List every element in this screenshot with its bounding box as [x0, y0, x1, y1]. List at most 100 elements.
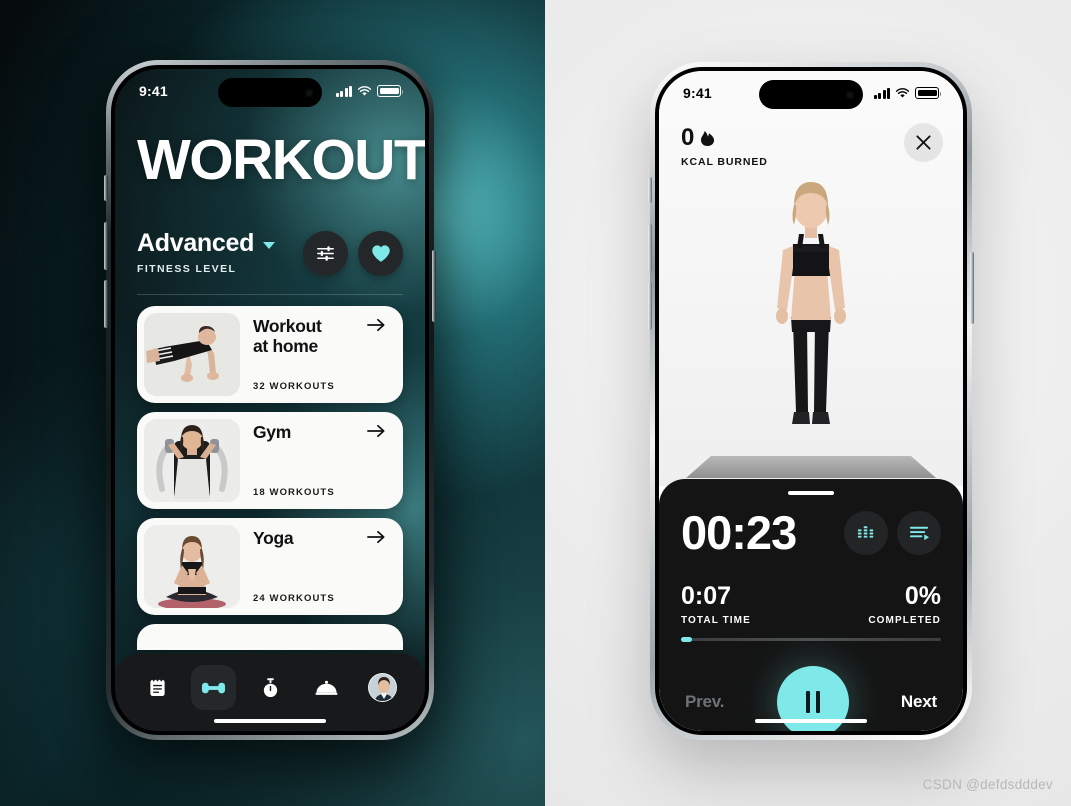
progress-fill [681, 637, 692, 642]
flame-icon [701, 130, 715, 146]
battery-icon [377, 85, 404, 97]
phone-bezel: 9:41 0 KCAL BURNED 00:23 0:07 TOTAL TIME… [655, 67, 967, 735]
stat-completed: 0% COMPLETED [868, 582, 941, 627]
filter-button[interactable] [303, 231, 348, 277]
volume-down-button[interactable] [648, 282, 652, 330]
fitness-level-value: Advanced [137, 229, 255, 258]
prev-button[interactable]: Prev. [685, 692, 725, 712]
dynamic-island [218, 78, 322, 107]
battery-icon [915, 87, 942, 99]
dynamic-island [759, 80, 863, 109]
yoga-pose-photo [144, 525, 240, 609]
list-item[interactable]: Yoga 24 WORKOUTS [137, 518, 403, 616]
pause-icon [805, 691, 820, 713]
heart-icon [371, 245, 390, 262]
wifi-icon [357, 85, 372, 96]
stat-value: 0:07 [681, 582, 732, 610]
silent-switch[interactable] [648, 177, 652, 203]
card-body: Yoga 24 WORKOUTS [240, 525, 396, 608]
home-indicator [214, 718, 326, 723]
fitness-level-row: Advanced FITNESS LEVEL [137, 229, 403, 277]
kcal-value: 0 [681, 124, 695, 151]
arrow-right-icon[interactable] [367, 529, 386, 550]
gym-figure [144, 419, 240, 503]
phone-bezel: 9:41 WORKOUT Advanced FITNESS LEVEL Work… [111, 65, 429, 735]
arrow-right-icon[interactable] [367, 423, 386, 444]
sliders-icon [317, 246, 334, 261]
status-time: 9:41 [683, 85, 712, 101]
silent-switch[interactable] [104, 175, 108, 201]
fitness-level-selector[interactable]: Advanced FITNESS LEVEL [137, 229, 276, 275]
tab-workout[interactable] [191, 665, 237, 710]
header-divider [137, 294, 403, 296]
watermark: CSDN @defdsdddev [922, 777, 1053, 792]
cellular-bars-icon [873, 87, 890, 99]
card-meta: 32 WORKOUTS [253, 381, 335, 393]
volume-up-button[interactable] [648, 224, 652, 272]
phone-mockup-player: 9:41 0 KCAL BURNED 00:23 0:07 TOTAL TIME… [648, 62, 974, 740]
phone-mockup-home: 9:41 WORKOUT Advanced FITNESS LEVEL Work… [104, 60, 436, 740]
intensity-button[interactable] [844, 510, 888, 555]
timer-action-buttons [844, 510, 941, 555]
standing-athlete-photo [776, 182, 846, 424]
list-item[interactable]: Workout at home 32 WORKOUTS [137, 306, 403, 404]
card-title: Yoga [253, 528, 294, 549]
avatar-icon [369, 674, 396, 701]
status-time: 9:41 [139, 83, 168, 99]
stat-label: COMPLETED [868, 615, 941, 626]
cellular-bars-icon [335, 85, 352, 97]
stat-value: 0% [904, 582, 941, 610]
home-screen: 9:41 WORKOUT Advanced FITNESS LEVEL Work… [115, 69, 425, 731]
notepad-icon [150, 677, 165, 697]
dumbbell-icon [202, 682, 226, 693]
close-icon [916, 135, 931, 150]
avatar [368, 673, 397, 702]
queue-list-icon [909, 526, 929, 540]
pushup-figure [144, 313, 240, 397]
tab-timer[interactable] [248, 665, 293, 710]
arrow-right-icon[interactable] [367, 317, 386, 338]
tab-plan[interactable] [135, 665, 180, 710]
right-showcase-panel: 9:41 0 KCAL BURNED 00:23 0:07 TOTAL TIME… [545, 0, 1071, 806]
home-indicator [755, 718, 867, 723]
page-title: WORKOUT [137, 128, 425, 192]
workout-control-sheet: 00:23 0:07 TOTAL TIME 0% COMPLETED Prev.… [659, 479, 963, 731]
stat-total-time: 0:07 TOTAL TIME [681, 582, 751, 627]
sheet-grabber[interactable] [788, 491, 834, 495]
power-button[interactable] [432, 250, 436, 322]
tab-profile[interactable] [360, 665, 405, 710]
card-meta: 18 WORKOUTS [253, 487, 335, 499]
wifi-icon [895, 87, 910, 98]
list-item-partial[interactable] [137, 624, 403, 651]
card-body: Workout at home 32 WORKOUTS [240, 313, 396, 396]
timer-row: 00:23 [681, 509, 941, 556]
stat-label: TOTAL TIME [681, 615, 751, 626]
status-icons [335, 85, 404, 97]
pushup-photo [144, 313, 240, 397]
stats-row: 0:07 TOTAL TIME 0% COMPLETED [681, 582, 941, 627]
kcal-burned-block: 0 KCAL BURNED [681, 126, 768, 169]
yoga-figure [144, 525, 240, 609]
card-title: Gym [253, 422, 292, 443]
kcal-value-row: 0 [681, 126, 768, 150]
close-button[interactable] [904, 123, 943, 162]
tab-nutrition[interactable] [304, 665, 349, 710]
gym-machine-photo [144, 419, 240, 503]
power-button[interactable] [970, 252, 974, 324]
home-content: WORKOUT Advanced FITNESS LEVEL Workout a… [115, 69, 425, 731]
card-title: Workout at home [253, 316, 322, 357]
next-button[interactable]: Next [901, 692, 937, 712]
card-meta: 24 WORKOUTS [253, 593, 335, 605]
food-dome-icon [315, 680, 338, 695]
chevron-down-icon [263, 242, 276, 250]
equalizer-icon [857, 525, 874, 538]
volume-up-button[interactable] [104, 222, 108, 270]
favorites-button[interactable] [358, 231, 403, 277]
volume-down-button[interactable] [104, 280, 108, 328]
progress-bar[interactable] [681, 637, 941, 642]
player-screen: 9:41 0 KCAL BURNED 00:23 0:07 TOTAL TIME… [659, 71, 963, 731]
timer-display: 00:23 [681, 506, 797, 559]
kcal-label: KCAL BURNED [681, 156, 768, 168]
playlist-button[interactable] [897, 510, 941, 555]
list-item[interactable]: Gym 18 WORKOUTS [137, 412, 403, 510]
